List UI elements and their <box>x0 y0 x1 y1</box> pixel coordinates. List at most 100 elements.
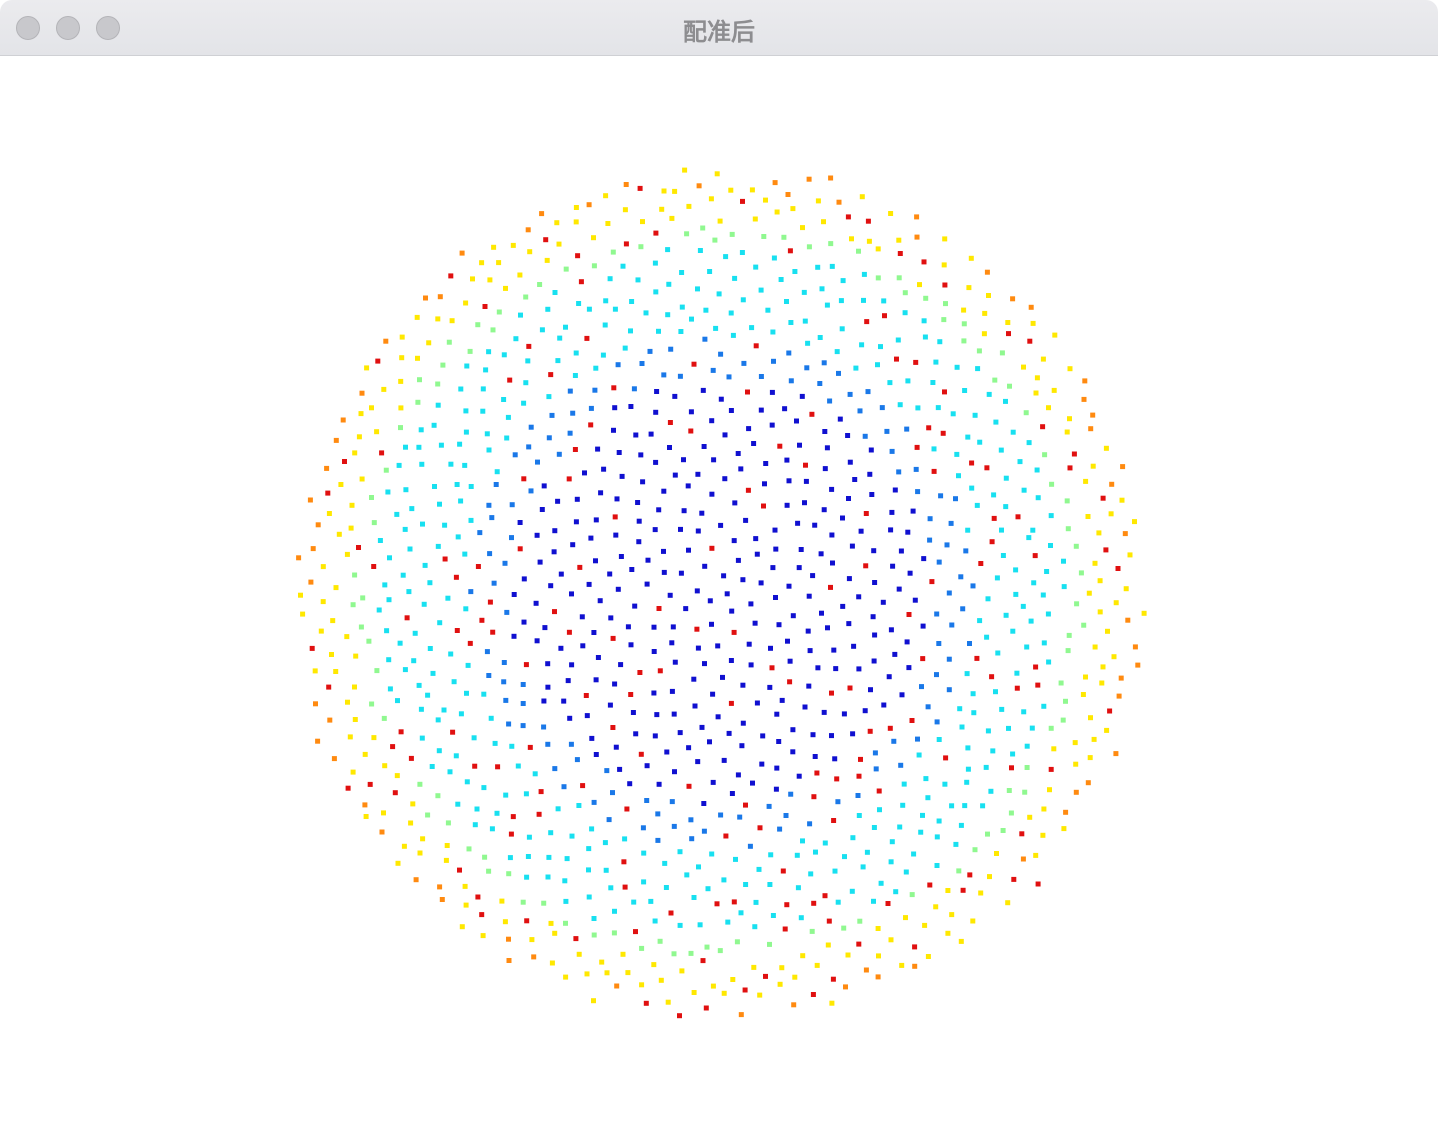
point-marker <box>1132 519 1137 525</box>
point-marker <box>523 380 529 386</box>
point-marker <box>602 322 608 328</box>
point-marker <box>668 346 674 352</box>
point-marker <box>965 527 971 533</box>
point-marker <box>821 709 827 715</box>
point-marker <box>1118 675 1124 681</box>
point-marker <box>504 609 510 615</box>
point-marker <box>999 527 1004 533</box>
point-marker <box>463 902 469 908</box>
point-marker <box>444 843 450 848</box>
point-marker <box>1085 780 1091 786</box>
point-marker <box>639 945 645 951</box>
point-marker <box>689 316 694 322</box>
point-marker <box>360 595 366 601</box>
point-marker <box>610 249 616 255</box>
point-marker <box>526 444 532 450</box>
point-marker <box>902 290 908 296</box>
point-marker <box>593 677 599 683</box>
point-marker <box>612 306 618 312</box>
point-marker <box>371 735 377 741</box>
point-marker <box>807 821 813 827</box>
point-marker <box>856 773 862 779</box>
point-marker <box>573 936 579 942</box>
point-marker <box>330 618 336 624</box>
point-marker <box>647 348 653 354</box>
point-marker <box>506 871 512 877</box>
point-marker <box>856 594 862 600</box>
point-marker <box>888 627 894 633</box>
point-marker <box>857 918 863 924</box>
point-marker <box>1040 424 1046 430</box>
point-marker <box>358 411 364 417</box>
point-marker <box>427 580 433 586</box>
point-marker <box>871 658 877 664</box>
point-marker <box>832 756 838 762</box>
point-marker <box>790 206 796 212</box>
point-marker <box>595 655 601 660</box>
point-marker <box>711 457 717 463</box>
point-marker <box>1042 452 1048 458</box>
point-marker <box>644 581 650 587</box>
point-marker <box>710 983 716 989</box>
point-marker <box>440 362 446 368</box>
point-marker <box>606 817 612 823</box>
point-marker <box>995 650 1001 656</box>
point-marker <box>878 880 884 886</box>
point-marker <box>641 850 647 856</box>
point-marker <box>1014 685 1020 691</box>
point-marker <box>712 237 718 243</box>
point-marker <box>638 452 644 458</box>
point-marker <box>849 888 855 894</box>
point-marker <box>850 835 856 841</box>
point-marker <box>858 528 864 534</box>
point-marker <box>897 251 903 256</box>
point-marker <box>773 595 778 600</box>
point-marker <box>412 630 418 636</box>
point-marker <box>988 788 994 794</box>
point-marker <box>548 830 554 836</box>
point-marker <box>1116 693 1122 699</box>
point-marker <box>957 706 963 712</box>
point-marker <box>769 665 775 671</box>
point-marker <box>790 613 796 619</box>
point-marker <box>359 476 365 482</box>
point-marker <box>871 825 877 830</box>
point-marker <box>672 393 678 399</box>
point-marker <box>829 263 835 269</box>
plot-canvas[interactable] <box>0 57 1438 1136</box>
point-marker <box>754 700 760 706</box>
point-marker <box>533 600 539 606</box>
point-marker <box>822 893 828 899</box>
point-marker <box>501 397 507 402</box>
point-marker <box>913 466 919 472</box>
point-marker <box>722 432 728 438</box>
point-marker <box>683 606 689 612</box>
point-marker <box>920 623 926 629</box>
point-marker <box>315 738 321 744</box>
point-marker <box>768 852 774 858</box>
point-marker <box>677 730 683 736</box>
point-marker <box>824 445 830 451</box>
title-bar[interactable]: 配准后 <box>0 0 1438 56</box>
point-marker <box>863 967 869 973</box>
point-marker <box>583 693 589 698</box>
point-marker <box>940 430 946 436</box>
point-marker <box>539 327 545 333</box>
point-marker <box>807 648 813 654</box>
point-marker <box>763 461 769 466</box>
point-marker <box>731 538 737 544</box>
point-marker <box>454 628 460 633</box>
point-marker <box>1082 378 1088 384</box>
point-marker <box>728 310 734 316</box>
point-marker <box>1020 603 1026 609</box>
point-marker <box>657 668 663 674</box>
point-marker <box>598 490 604 496</box>
point-marker <box>622 207 628 213</box>
point-marker <box>911 851 917 857</box>
point-marker <box>739 743 745 749</box>
point-marker <box>555 806 561 812</box>
point-marker <box>558 571 564 577</box>
point-marker <box>991 492 997 498</box>
point-marker <box>1063 698 1068 704</box>
point-marker <box>448 273 454 279</box>
